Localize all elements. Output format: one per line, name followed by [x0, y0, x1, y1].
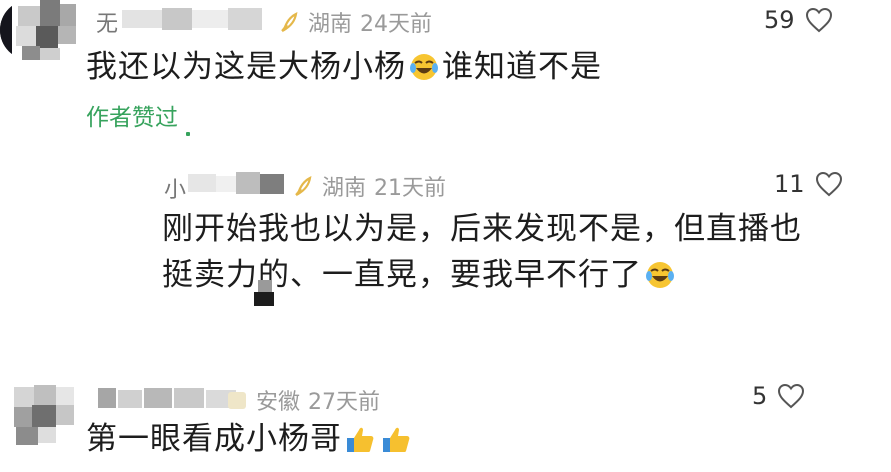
timestamp: 21天前	[374, 176, 447, 201]
location: 安徽	[256, 390, 301, 415]
username-blur	[98, 386, 238, 408]
timestamp: 27天前	[308, 390, 381, 415]
author-liked-tag: 作者赞过	[86, 98, 190, 136]
like-count: 11	[774, 170, 805, 198]
like-count: 5	[752, 382, 768, 410]
redaction-mark	[254, 280, 274, 306]
heart-icon	[778, 383, 805, 409]
location: 湖南	[322, 176, 367, 201]
comment-meta: 安徽 27天前	[226, 384, 380, 416]
username-blur	[122, 8, 272, 30]
location: 湖南	[308, 12, 353, 37]
laughing-crying-emoji-icon	[410, 54, 438, 80]
heart-icon	[815, 171, 842, 197]
username[interactable]: 无	[96, 6, 119, 38]
heart-icon	[805, 7, 832, 33]
thumbs-up-emoji-icon	[347, 427, 374, 452]
comment-text: 我还以为这是大杨小杨 谁知道不是	[86, 49, 602, 85]
username-blur	[188, 172, 286, 194]
like-count: 59	[764, 6, 795, 34]
level-badge-icon	[228, 392, 246, 409]
like-button[interactable]: 11	[774, 170, 843, 198]
timestamp: 24天前	[360, 12, 433, 37]
comment-meta: 湖南 24天前	[278, 6, 432, 38]
feather-badge-icon	[281, 12, 298, 33]
like-button[interactable]: 5	[752, 382, 805, 410]
feather-badge-icon	[295, 176, 312, 197]
comment-text: 第一眼看成小杨哥	[86, 416, 414, 462]
like-button[interactable]: 59	[764, 6, 833, 34]
thumbs-up-emoji-icon	[383, 427, 410, 452]
laughing-crying-emoji-icon	[646, 262, 674, 288]
avatar[interactable]	[12, 383, 76, 447]
username[interactable]: 小	[164, 172, 187, 204]
avatar[interactable]	[12, 0, 78, 62]
comment-meta: 湖南 21天前	[292, 170, 446, 202]
